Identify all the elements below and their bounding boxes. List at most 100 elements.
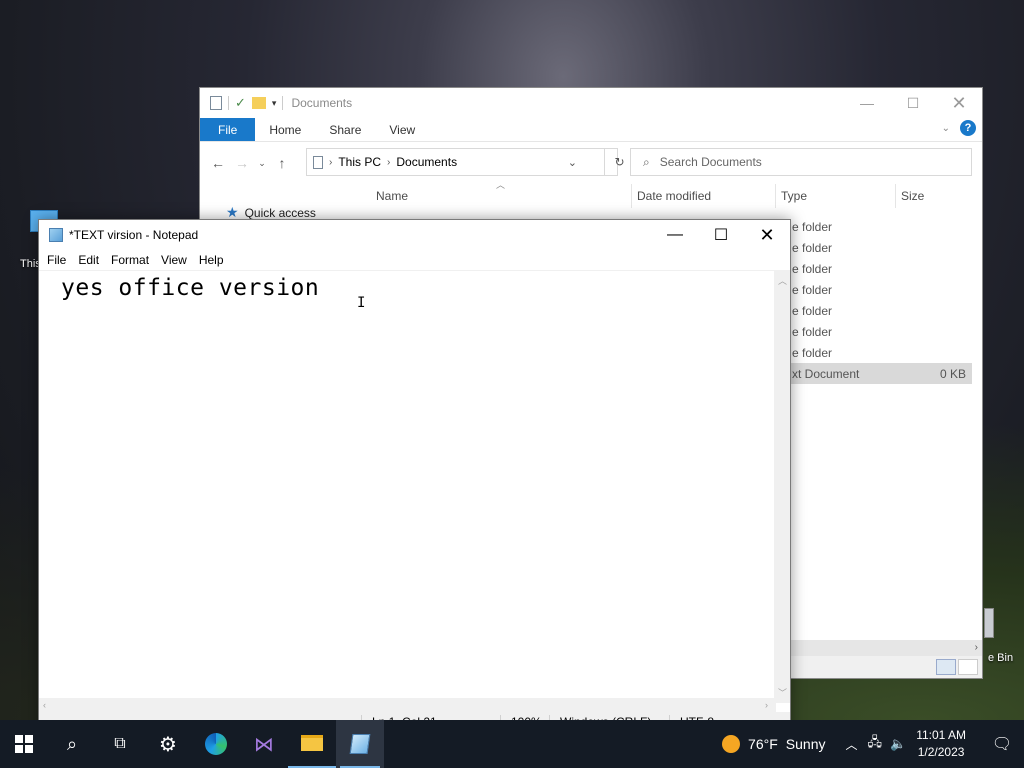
search-icon: ⌕ <box>643 154 650 169</box>
notepad-window[interactable]: *TEXT virsion - Notepad — ☐ ✕ File Edit … <box>38 219 791 733</box>
item-type: e folder <box>792 219 833 234</box>
tab-home[interactable]: Home <box>255 118 315 141</box>
search-icon: ⌕ <box>66 733 78 754</box>
clock-date: 1/2/2023 <box>917 745 965 759</box>
list-item[interactable]: e folder <box>790 342 972 363</box>
explorer-titlebar[interactable]: ✓ ▾ Documents — ☐ ✕ <box>200 88 982 118</box>
help-icon[interactable]: ? <box>960 120 976 136</box>
maximize-button[interactable]: ☐ <box>890 88 936 118</box>
forward-arrow-icon[interactable]: → <box>230 155 254 171</box>
sun-icon <box>722 735 741 753</box>
details-view-button[interactable] <box>936 659 956 675</box>
chevron-up-icon[interactable]: ︿ <box>845 736 857 753</box>
search-input[interactable]: Search Documents <box>660 155 762 169</box>
large-icons-view-button[interactable] <box>958 659 978 675</box>
visual-studio-button[interactable]: ⋈ <box>240 720 288 768</box>
scroll-left-icon[interactable]: ‹ <box>43 700 46 710</box>
ribbon-right-controls: ⌄ ? <box>942 120 976 136</box>
address-bar[interactable]: › This PC › Documents ⌄ <box>306 148 618 176</box>
folder-icon <box>301 735 323 751</box>
menu-file[interactable]: File <box>41 253 72 267</box>
volume-icon[interactable]: 🔈 <box>890 736 906 752</box>
file-explorer-button[interactable] <box>288 720 336 768</box>
maximize-button[interactable]: ☐ <box>698 220 744 250</box>
list-item[interactable]: e folder <box>790 321 972 342</box>
divider <box>282 96 284 110</box>
column-header-name[interactable]: Name <box>376 189 408 209</box>
breadcrumb-this-pc[interactable]: This PC <box>338 155 381 169</box>
folder-icon[interactable] <box>251 97 266 109</box>
tab-share[interactable]: Share <box>315 118 375 141</box>
scroll-right-icon[interactable]: › <box>765 700 768 710</box>
list-item[interactable]: e folder <box>790 300 972 321</box>
window-title: Documents <box>291 96 353 110</box>
desktop-icon-recycle-bin[interactable]: e Bin <box>984 608 1013 664</box>
up-arrow-icon[interactable]: ↑ <box>270 155 294 171</box>
menu-format[interactable]: Format <box>105 253 155 267</box>
window-title: *TEXT virsion - Notepad <box>69 228 199 242</box>
search-button[interactable]: ⌕ <box>48 720 96 768</box>
notifications-icon[interactable]: 🗨 <box>980 720 1024 768</box>
gear-icon: ⚙ <box>159 733 177 756</box>
list-item[interactable]: e folder <box>790 237 972 258</box>
back-arrow-icon[interactable]: ← <box>206 155 230 171</box>
weather-widget[interactable]: 76°F Sunny <box>722 735 825 753</box>
minimize-button[interactable]: — <box>652 220 698 250</box>
menu-view[interactable]: View <box>155 253 193 267</box>
scroll-down-icon[interactable]: ﹀ <box>778 686 787 699</box>
windows-logo-icon <box>15 735 33 753</box>
item-type: e folder <box>792 345 833 360</box>
menu-edit[interactable]: Edit <box>72 253 105 267</box>
properties-icon[interactable] <box>210 96 222 110</box>
navigation-bar: ← → ⌄ ↑ › This PC › Documents ⌄ ↻ ⌕ Sear… <box>200 142 982 184</box>
scroll-up-icon[interactable]: ︿ <box>778 274 787 287</box>
task-view-button[interactable]: ⧉ <box>96 720 144 768</box>
menu-help[interactable]: Help <box>193 253 230 267</box>
horizontal-scrollbar[interactable]: › <box>790 640 982 656</box>
vertical-scrollbar[interactable]: ︿ ﹀ <box>774 270 790 703</box>
minimize-button[interactable]: — <box>844 88 890 118</box>
edge-button[interactable] <box>192 720 240 768</box>
item-type: e folder <box>792 324 833 339</box>
documents-icon <box>313 155 323 169</box>
scroll-right-icon[interactable]: › <box>975 642 978 653</box>
tab-file[interactable]: File <box>200 118 256 141</box>
task-view-icon: ⧉ <box>114 735 126 752</box>
ribbon-tabs: File Home Share View ⌄ ? <box>200 118 982 142</box>
item-type: e folder <box>792 282 833 297</box>
editor-content[interactable]: yes office version <box>61 275 319 301</box>
tab-view[interactable]: View <box>375 118 429 141</box>
close-button[interactable]: ✕ <box>744 220 790 250</box>
sort-indicator-icon: ︿ <box>496 180 506 190</box>
expand-ribbon-icon[interactable]: ⌄ <box>942 123 950 134</box>
network-icon[interactable]: 🖧 <box>868 733 883 755</box>
checkmark-icon[interactable]: ✓ <box>235 95 246 111</box>
menu-bar: File Edit Format View Help <box>39 250 790 270</box>
taskbar: ⌕ ⧉ ⚙ ⋈ 76°F Sunny ︿ 🖧 🔈 11:01 AM 1/2/20… <box>0 720 1024 768</box>
recent-locations-icon[interactable]: ⌄ <box>254 158 270 169</box>
window-controls: — ☐ ✕ <box>844 88 982 118</box>
search-box[interactable]: ⌕ Search Documents <box>630 148 972 176</box>
breadcrumb-documents[interactable]: Documents <box>396 155 457 169</box>
column-header-size[interactable]: Size <box>901 189 924 209</box>
notepad-taskbar-button[interactable] <box>336 720 384 768</box>
list-item[interactable]: e folder <box>790 216 972 237</box>
text-editor[interactable]: yes office version I <box>39 270 776 703</box>
settings-button[interactable]: ⚙ <box>144 720 192 768</box>
address-dropdown-icon[interactable]: ⌄ <box>568 156 577 169</box>
list-item[interactable]: e folder <box>790 279 972 300</box>
notepad-titlebar[interactable]: *TEXT virsion - Notepad — ☐ ✕ <box>39 220 790 250</box>
system-tray: 76°F Sunny ︿ 🖧 🔈 11:01 AM 1/2/2023 🗨 <box>722 720 1024 768</box>
clock[interactable]: 11:01 AM 1/2/2023 <box>916 727 966 761</box>
clock-time: 11:01 AM <box>916 728 966 742</box>
list-item-selected[interactable]: xt Document 0 KB <box>790 363 972 384</box>
notepad-icon <box>49 228 63 242</box>
desktop-icon-label: e Bin <box>988 652 1014 664</box>
column-header-type[interactable]: Type <box>781 189 807 209</box>
dropdown-arrow-icon[interactable]: ▾ <box>272 98 277 109</box>
start-button[interactable] <box>0 720 48 768</box>
column-header-date-modified[interactable]: Date modified <box>637 189 711 209</box>
chevron-right-icon: › <box>387 156 391 168</box>
close-button[interactable]: ✕ <box>936 88 982 118</box>
list-item[interactable]: e folder <box>790 258 972 279</box>
